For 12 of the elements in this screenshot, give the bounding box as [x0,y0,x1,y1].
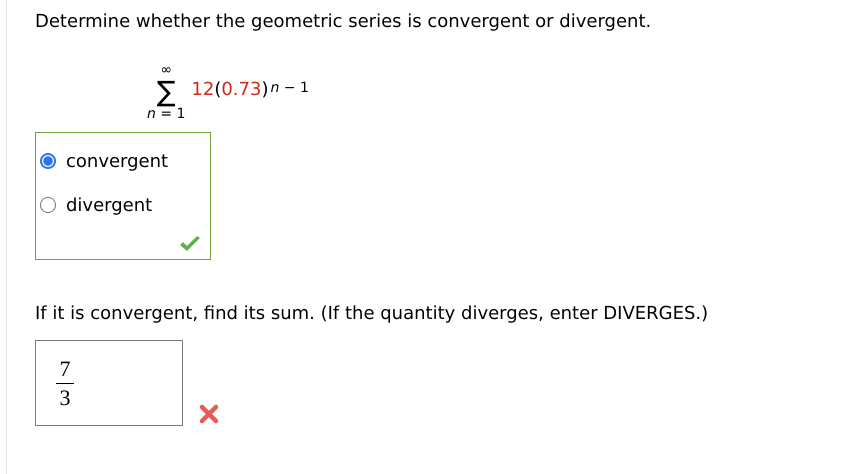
exponent: n − 1 [270,80,309,96]
prompt-text: If it is convergent, find its sum. (If the quantity diverges, enter DIVERGES.) [35,302,710,326]
radio-icon[interactable] [40,197,56,213]
summation-symbol: ∑ [156,78,176,106]
radio-icon[interactable] [40,153,56,169]
radio-option[interactable]: convergent [40,139,210,183]
answer-field[interactable]: 7 3 [35,340,183,426]
upper-limit: ∞ [160,62,172,78]
radio-option[interactable]: divergent [40,183,210,227]
question-text: Determine whether the geometric series is convergent or divergent. [35,10,652,34]
series-term: 12(0.73) [191,78,268,100]
lower-limit: n = 1 [147,106,186,122]
